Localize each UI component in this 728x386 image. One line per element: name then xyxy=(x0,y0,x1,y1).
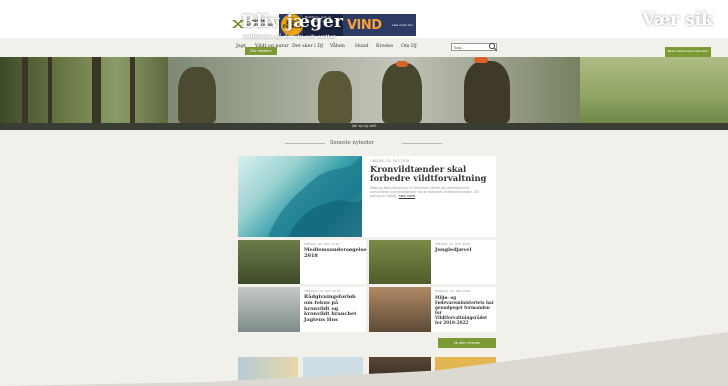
news-card-date: ONSDAG, 26. SEP. 2018 xyxy=(435,289,471,293)
news-card-title[interactable]: Miljø- og Fødevareministeriets har genud… xyxy=(435,295,495,325)
nav-item-hund[interactable]: Hund xyxy=(355,44,368,49)
ad-small-text: Læs mere her xyxy=(392,23,413,27)
hero-carousel[interactable] xyxy=(0,57,728,123)
ad-vind: VIND xyxy=(347,17,382,33)
main-nav: Jagt Vildt og natur Det sker i DJ Våben … xyxy=(0,44,728,58)
news-card-title[interactable]: Rådgivningsforløb om fokus på kronvildt … xyxy=(304,294,364,324)
thumbnail-sky[interactable] xyxy=(303,357,363,386)
featured-read-more-link[interactable]: Læs mere xyxy=(399,194,415,198)
hero-forest-image xyxy=(0,57,168,123)
news-card-image xyxy=(238,240,300,284)
thumbnail-animals[interactable] xyxy=(369,357,431,386)
top-bar: DANMARKS JÆGERFORBUND EASY FISHING Besti… xyxy=(0,0,728,38)
divider-left xyxy=(285,143,325,144)
hero-subtitle: Indflydelse på det, du selv sætter xyxy=(243,34,336,40)
news-card-image xyxy=(369,287,431,332)
news-card-title[interactable]: Medlemsundersøgelse 2018 xyxy=(304,247,367,260)
hero2-subtitle: Bestil sikkerheds xyxy=(642,31,691,37)
section-title: Seneste nyheder xyxy=(330,140,375,146)
hero-hunters-image xyxy=(168,57,580,123)
news-card-date: FREDAG, 05. OKT. 2018 xyxy=(304,242,340,246)
news-card-image xyxy=(238,287,300,332)
featured-news-text: Mjøs og Naturstyrelsen vil fremover saml… xyxy=(370,186,486,199)
antler-illustration xyxy=(268,156,362,237)
news-card-title[interactable]: Jungledjævel xyxy=(435,247,493,254)
nav-item-vaaben[interactable]: Våben xyxy=(330,44,345,49)
hero-caption-text: Jæl og og stolt xyxy=(352,124,377,128)
nav-item-om-dj[interactable]: Om DJ xyxy=(401,44,417,49)
page: DANMARKS JÆGERFORBUND EASY FISHING Besti… xyxy=(0,0,728,386)
news-card-date: TIRSDAG, 02. OKT. 2018 xyxy=(304,289,341,293)
thumbnail-map[interactable] xyxy=(238,357,298,386)
hero-title: Bliv jæger xyxy=(241,12,344,32)
hero2-cta-button[interactable]: Bestil sikkerhedsmaterialer xyxy=(665,47,711,57)
featured-news-body: Mjøs og Naturstyrelsen vil fremover saml… xyxy=(370,186,479,199)
nav-item-kredse[interactable]: Kredse xyxy=(376,44,393,49)
hero-cta-button[interactable]: Bliv medlem xyxy=(245,47,277,55)
hero2-title: Vær sik xyxy=(642,10,713,30)
thumbnail-magazine[interactable] xyxy=(435,357,496,386)
hero-second-slide xyxy=(580,57,728,123)
featured-news-image[interactable] xyxy=(238,156,362,237)
news-card-date: FREDAG, 05. OKT. 2018 xyxy=(435,242,471,246)
news-card-image xyxy=(369,240,431,284)
all-news-button[interactable]: Se alle nyheder xyxy=(438,338,496,348)
divider-right xyxy=(402,143,442,144)
featured-news-title[interactable]: Kronvildtænder skal forbedre vildtforval… xyxy=(370,165,490,183)
nav-item-det-sker[interactable]: Det sker i DJ xyxy=(292,44,323,49)
featured-news-date: ONSDAG, 03. OKT. 2018 xyxy=(370,159,410,163)
search-icon[interactable] xyxy=(488,42,498,52)
